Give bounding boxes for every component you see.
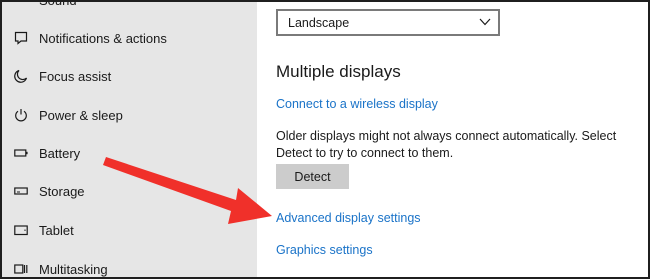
- sidebar-item-focus-assist[interactable]: Focus assist: [2, 57, 257, 95]
- connect-wireless-display-link[interactable]: Connect to a wireless display: [276, 97, 438, 111]
- sidebar-item-notifications[interactable]: Notifications & actions: [2, 19, 257, 57]
- sidebar-item-label: Notifications & actions: [39, 30, 167, 46]
- orientation-value: Landscape: [288, 15, 350, 30]
- settings-window: Sound Notifications & actions Focus assi…: [0, 0, 650, 279]
- detect-description: Older displays might not always connect …: [276, 129, 617, 160]
- sidebar-item-label: Power & sleep: [39, 107, 123, 123]
- sidebar-item-tablet[interactable]: Tablet: [2, 211, 257, 249]
- graphics-settings-link[interactable]: Graphics settings: [276, 243, 373, 257]
- tablet-icon: [14, 225, 28, 236]
- sidebar-item-battery[interactable]: Battery: [2, 134, 257, 172]
- sidebar: Sound Notifications & actions Focus assi…: [2, 2, 257, 277]
- storage-icon: [14, 187, 28, 195]
- sidebar-item-label: Multitasking: [39, 261, 108, 277]
- sidebar-item-sound-partial[interactable]: Sound: [39, 2, 77, 8]
- sidebar-item-multitasking[interactable]: Multitasking: [2, 250, 257, 277]
- advanced-display-settings-link[interactable]: Advanced display settings: [276, 211, 421, 225]
- section-title: Multiple displays: [276, 62, 401, 81]
- moon-icon: [14, 69, 28, 83]
- sidebar-item-storage[interactable]: Storage: [2, 172, 257, 210]
- multitasking-icon: [14, 264, 28, 274]
- sidebar-item-label: Battery: [39, 145, 81, 161]
- sidebar-item-label: Storage: [39, 183, 85, 199]
- sidebar-item-label: Tablet: [39, 222, 74, 238]
- sidebar-item-power-sleep[interactable]: Power & sleep: [2, 96, 257, 134]
- display-settings-panel: Landscape Multiple displays Connect to a…: [257, 2, 648, 277]
- notifications-icon: [14, 31, 28, 45]
- detect-button[interactable]: Detect: [276, 164, 349, 189]
- battery-icon: [14, 149, 28, 157]
- chevron-down-icon: [479, 18, 491, 26]
- power-icon: [15, 109, 27, 122]
- sidebar-item-label: Focus assist: [39, 68, 112, 84]
- orientation-dropdown[interactable]: Landscape: [276, 9, 500, 36]
